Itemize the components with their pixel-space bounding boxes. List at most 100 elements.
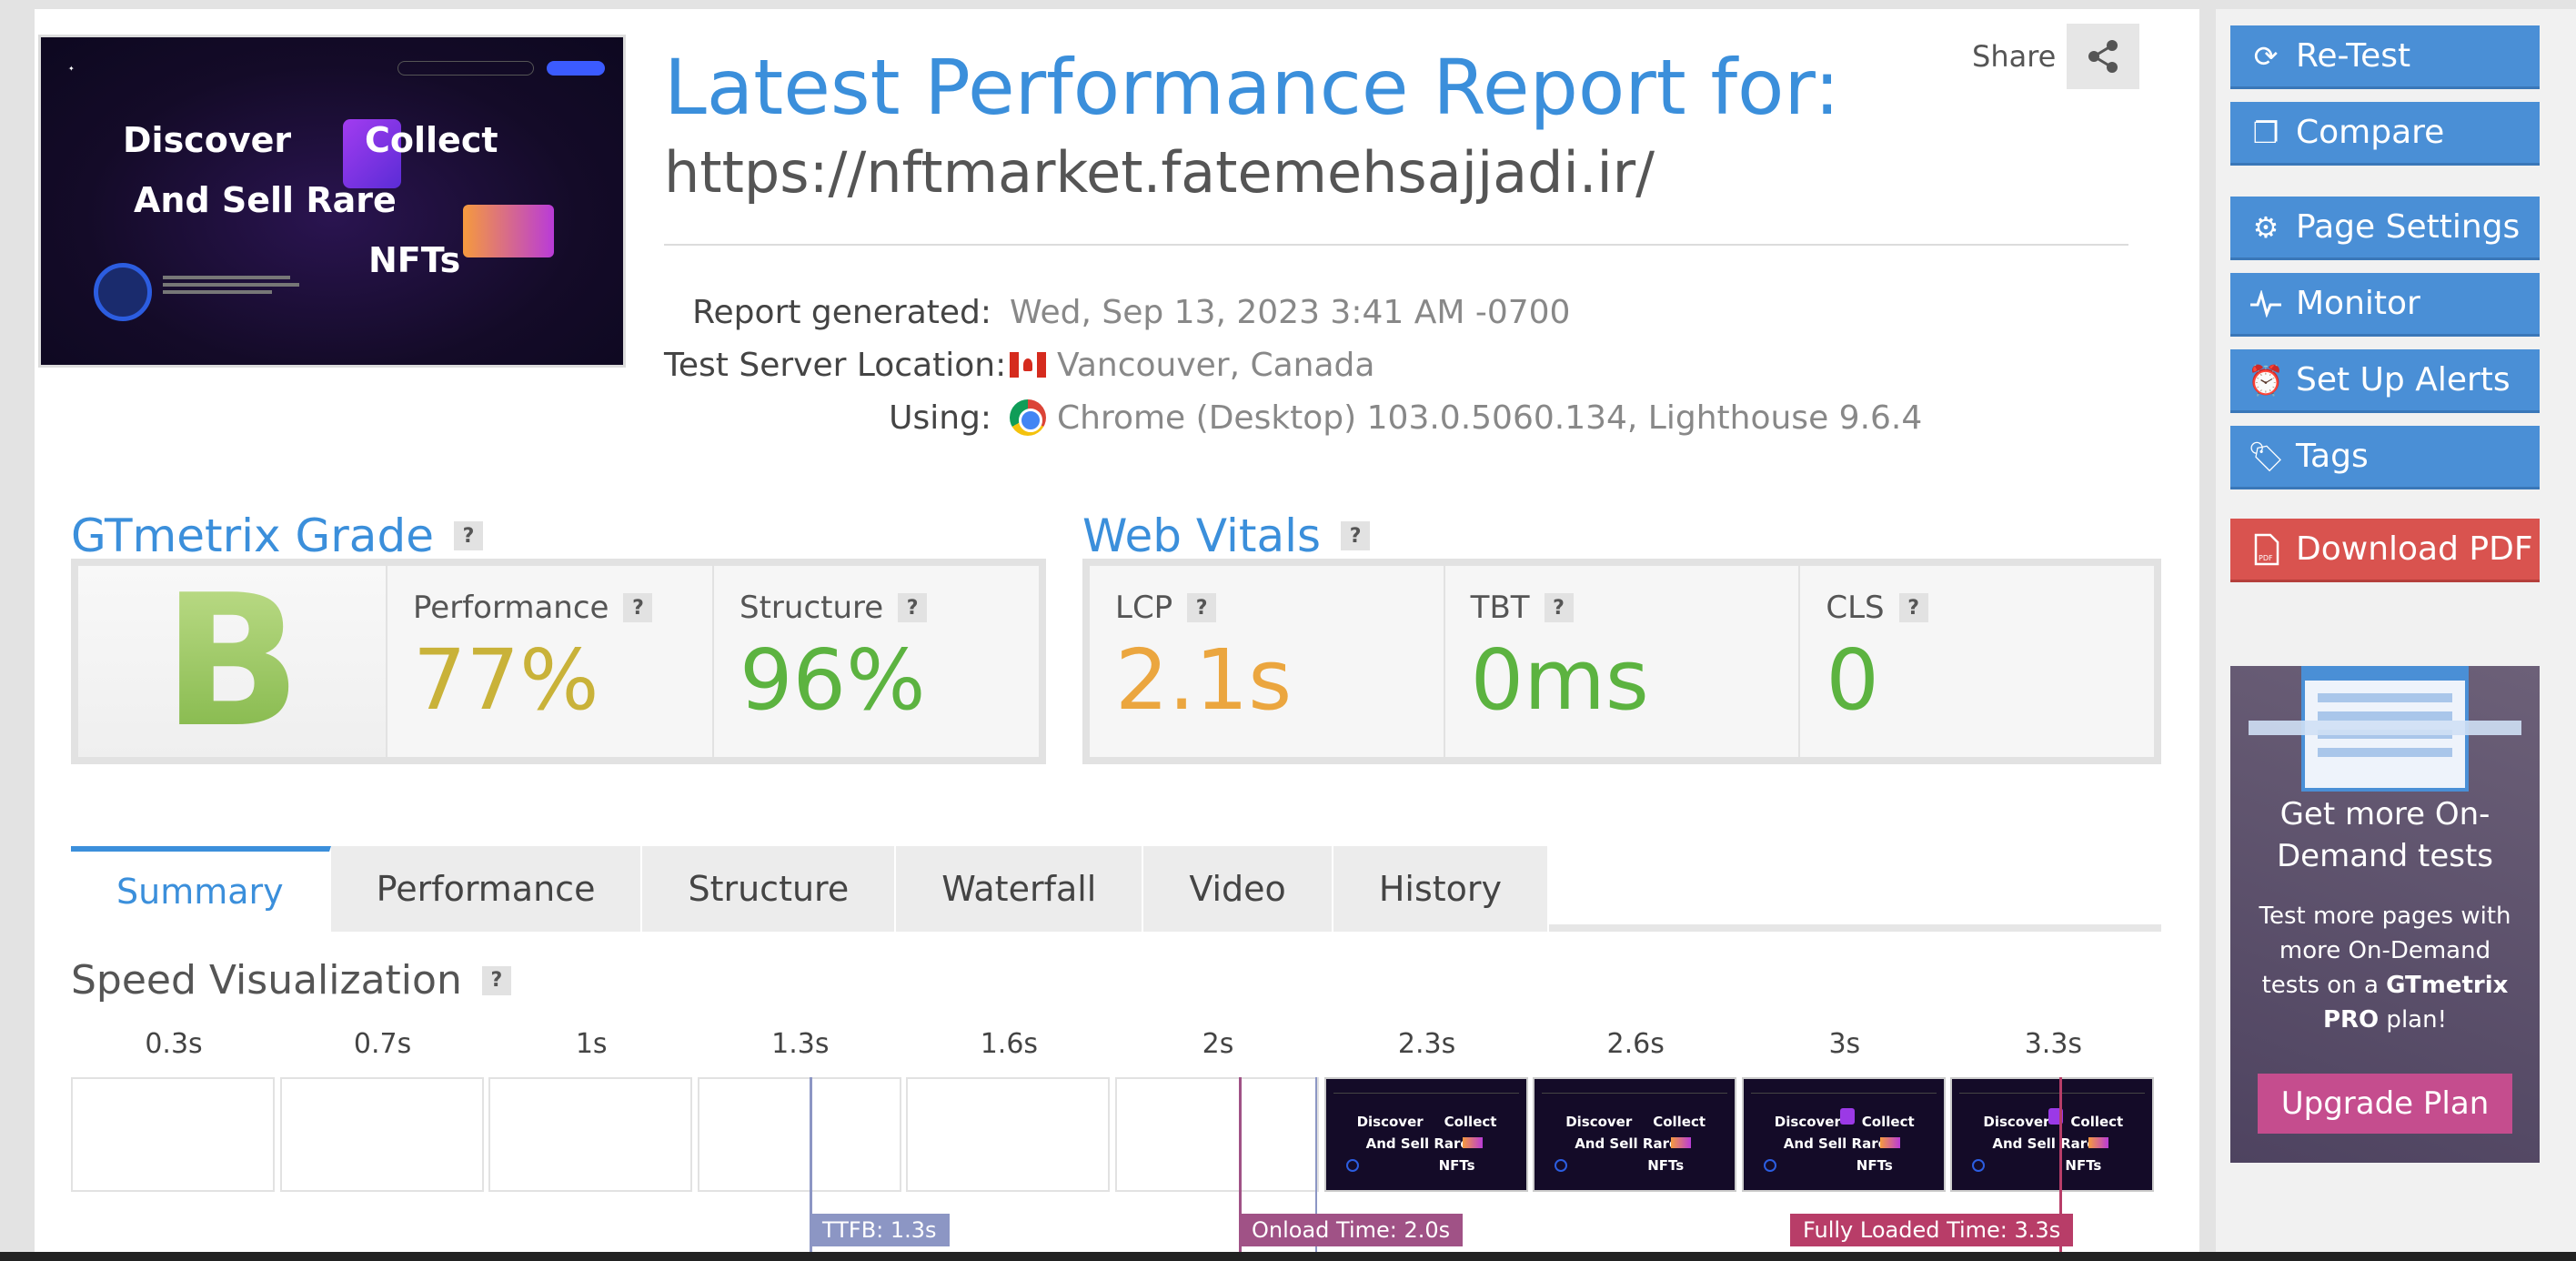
timeline-label: 0.3s xyxy=(145,1028,203,1060)
gtmetrix-grade-box: B Performance ? 77% Structure ? 96% xyxy=(71,556,1046,768)
lcp-label-row: LCP ? xyxy=(1115,590,1418,626)
speed-timeline: 0.3s 0.7s 1s 1.3s 1.6s 2s 2.3s 2.6s 3s 3.3s xyxy=(71,1028,2161,1064)
lcp-value: 2.1s xyxy=(1115,631,1293,729)
tab-history[interactable]: History xyxy=(1333,846,1550,932)
refresh-icon: ⟳ xyxy=(2253,38,2279,74)
monitor-button[interactable]: Monitor xyxy=(2230,273,2540,337)
thumbnail-line-2: And Sell Rare xyxy=(134,180,397,220)
frame-circle-icon xyxy=(1555,1159,1568,1172)
lcp-label: LCP xyxy=(1115,590,1173,626)
tab-summary[interactable]: Summary xyxy=(71,846,331,932)
thumbnail-button xyxy=(547,61,605,76)
filmstrip-frame[interactable]: Discover Collect And Sell Rare NFTs xyxy=(1533,1077,1737,1192)
tab-performance[interactable]: Performance xyxy=(330,846,643,932)
frame-text: Collect xyxy=(1653,1114,1706,1130)
filmstrip-frame[interactable]: Discover Collect And Sell Rare NFTs xyxy=(1741,1077,1946,1192)
cls-value: 0 xyxy=(1826,631,1879,729)
tags-button[interactable]: 🏷 Tags xyxy=(2230,426,2540,489)
thumbnail-search xyxy=(397,61,534,76)
gear-icon: ⚙ xyxy=(2252,209,2279,245)
pdf-icon: PDF xyxy=(2250,533,2281,565)
header-divider xyxy=(664,244,2128,246)
tbt-metric: TBT ? 0ms xyxy=(1445,566,1801,757)
filmstrip-frame[interactable] xyxy=(906,1077,1111,1192)
frame-nft-image-2 xyxy=(2088,1137,2109,1148)
timeline-label: 0.7s xyxy=(353,1028,412,1060)
filmstrip-frame[interactable] xyxy=(71,1077,275,1192)
page-settings-label: Page Settings xyxy=(2296,208,2521,246)
upgrade-plan-button[interactable]: Upgrade Plan xyxy=(2258,1074,2512,1134)
onload-marker: Onload Time: 2.0s xyxy=(1239,1214,1464,1246)
grade-help-icon[interactable]: ? xyxy=(453,521,483,550)
ttfb-marker: TTFB: 1.3s xyxy=(810,1214,950,1246)
cls-label: CLS xyxy=(1826,590,1885,626)
thumbnail-nav: ✦ xyxy=(68,59,605,77)
thumbnail-body-text xyxy=(163,276,299,303)
tab-structure[interactable]: Structure xyxy=(642,846,897,932)
download-label: Download PDF xyxy=(2296,530,2533,568)
web-vitals-box: LCP ? 2.1s TBT ? 0ms CLS ? 0 xyxy=(1082,559,2161,764)
filmstrip-frame[interactable] xyxy=(488,1077,693,1192)
frame-text: Collect xyxy=(1861,1114,1915,1130)
filmstrip-frame[interactable] xyxy=(1115,1077,1319,1192)
share-icon xyxy=(2088,40,2118,73)
performance-help-icon[interactable]: ? xyxy=(623,593,653,622)
frame-text: And Sell Rare xyxy=(1783,1135,1887,1152)
pulse-icon xyxy=(2250,288,2281,319)
cls-metric: CLS ? 0 xyxy=(1800,566,2154,757)
frame-text: NFTs xyxy=(1438,1157,1475,1174)
structure-metric: Structure ? 96% xyxy=(714,566,1039,757)
share: Share xyxy=(1972,24,2140,89)
frame-nav xyxy=(1750,1086,1937,1094)
set-up-alerts-button[interactable]: ⏰ Set Up Alerts xyxy=(2230,349,2540,413)
filmstrip-frame[interactable] xyxy=(279,1077,484,1192)
filmstrip-frame[interactable]: Discover Collect And Sell Rare NFTs xyxy=(1323,1077,1528,1192)
cls-help-icon[interactable]: ? xyxy=(1898,593,1928,622)
location-text: Vancouver, Canada xyxy=(1057,346,1375,384)
speed-help-icon[interactable]: ? xyxy=(481,965,511,995)
lcp-metric: LCP ? 2.1s xyxy=(1090,566,1445,757)
frame-text: Collect xyxy=(2070,1114,2124,1130)
share-button[interactable] xyxy=(2067,24,2140,89)
cls-label-row: CLS ? xyxy=(1826,590,2128,626)
promo-heading: Get more On-Demand tests xyxy=(2277,796,2493,874)
tbt-help-icon[interactable]: ? xyxy=(1544,593,1574,622)
tab-waterfall[interactable]: Waterfall xyxy=(896,846,1144,932)
vitals-help-icon[interactable]: ? xyxy=(1341,521,1371,550)
thumbnail-line-1a: Discover xyxy=(123,120,292,160)
retest-button[interactable]: ⟳ Re-Test xyxy=(2230,25,2540,89)
using-text: Chrome (Desktop) 103.0.5060.134, Lightho… xyxy=(1057,398,1923,437)
frame-text: NFTs xyxy=(2065,1157,2102,1174)
location-label: Test Server Location: xyxy=(664,346,1007,384)
canada-flag-icon xyxy=(1010,352,1046,378)
tab-video[interactable]: Video xyxy=(1143,846,1333,932)
compare-button[interactable]: ❐ Compare xyxy=(2230,102,2540,166)
frame-text: Discover xyxy=(1983,1114,2050,1130)
frame-nft-image xyxy=(1839,1108,1855,1125)
page-screenshot-thumbnail[interactable]: ✦ Discover Collect And Sell Rare NFTs xyxy=(38,35,626,368)
filmstrip-frame[interactable] xyxy=(697,1077,901,1192)
performance-metric: Performance ? 77% xyxy=(387,566,714,757)
frame-text: Discover xyxy=(1774,1114,1841,1130)
lcp-help-icon[interactable]: ? xyxy=(1187,593,1217,622)
page-settings-button[interactable]: ⚙ Page Settings xyxy=(2230,197,2540,260)
alerts-label: Set Up Alerts xyxy=(2296,361,2511,398)
report-title: Latest Performance Report for: xyxy=(664,43,1840,132)
timeline-label: 2s xyxy=(1202,1028,1234,1060)
tbt-label-row: TBT ? xyxy=(1471,590,1774,626)
copy-icon: ❐ xyxy=(2252,115,2279,150)
retest-label: Re-Test xyxy=(2296,37,2411,75)
browser-illustration-icon xyxy=(2249,666,2521,792)
window-bottom-edge xyxy=(0,1252,2576,1261)
speed-frames: Discover Collect And Sell Rare NFTs Discover… xyxy=(71,1077,2161,1194)
report-generated-label: Report generated: xyxy=(692,293,991,331)
structure-help-icon[interactable]: ? xyxy=(898,593,928,622)
timeline-label: 2.6s xyxy=(1606,1028,1665,1060)
report-generated-value: Wed, Sep 13, 2023 3:41 AM -0700 xyxy=(1010,293,1571,331)
filmstrip-frame[interactable]: Discover Collect And Sell Rare NFTs xyxy=(1950,1077,2155,1192)
fully-loaded-marker: Fully Loaded Time: 3.3s xyxy=(1790,1214,2074,1246)
frame-text: NFTs xyxy=(1856,1157,1893,1174)
gtmetrix-grade-heading: GTmetrix Grade ? xyxy=(71,509,483,562)
download-pdf-button[interactable]: PDF Download PDF xyxy=(2230,519,2540,582)
upgrade-promo: Get more On-Demand tests Test more pages… xyxy=(2230,666,2540,1163)
